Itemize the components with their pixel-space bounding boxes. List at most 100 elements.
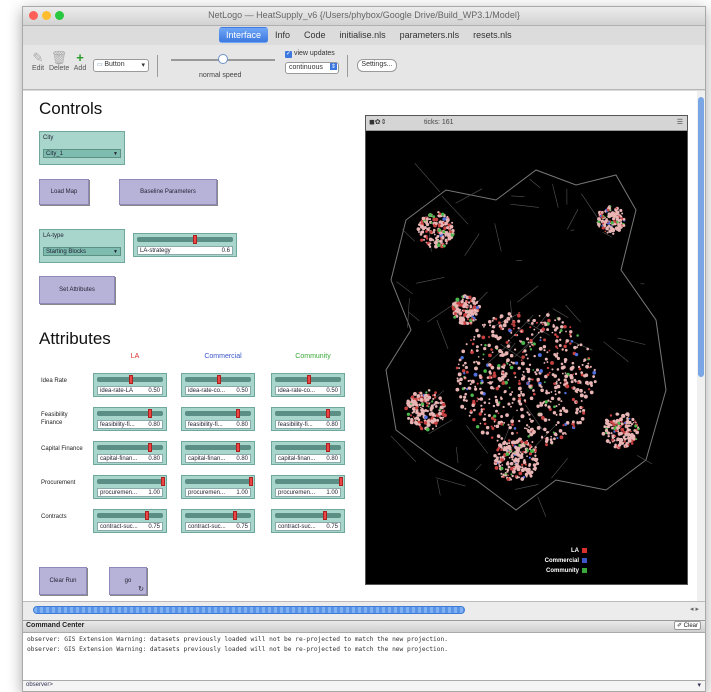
building-patch [525,473,528,476]
slider-knob[interactable] [326,443,330,452]
building-patch [619,425,621,427]
attribute-slider[interactable]: capital-finan...0.80 [271,441,345,465]
attribute-slider[interactable]: idea-rate-co...0.50 [181,373,255,397]
go-button[interactable]: go ↻ [109,567,147,595]
attribute-slider[interactable]: procuremen...1.00 [271,475,345,499]
world-view[interactable]: ◼✿⇕ ticks: 161 ☰ LA Commercial Community [365,115,688,585]
city-chooser[interactable]: City City_1 [39,131,125,165]
building-patch [498,321,501,324]
slider-knob[interactable] [217,375,221,384]
building-patch [521,341,525,345]
clear-run-button[interactable]: Clear Run [39,567,87,595]
command-input[interactable]: observer> ▾ [23,680,705,692]
horizontal-scrollbar[interactable]: ◂ ▸ [23,601,705,620]
building-patch [478,356,480,358]
attribute-slider[interactable]: capital-finan...0.80 [93,441,167,465]
slider-knob[interactable] [129,375,133,384]
tab-initialise[interactable]: initialise.nls [333,27,393,43]
add-button[interactable]: + Add [72,51,88,72]
attribute-slider[interactable]: capital-finan...0.80 [181,441,255,465]
building-patch [528,413,530,415]
view-controls-icon: ◼✿⇕ [369,118,387,126]
speed-slider[interactable] [171,53,275,67]
tab-code[interactable]: Code [297,27,333,43]
building-patch [553,437,556,440]
building-patch [439,240,442,243]
building-patch [480,397,484,401]
edit-button[interactable]: ✎ Edit [29,51,47,72]
building-patch [496,458,498,460]
delete-button[interactable]: 🗑 Delete [49,51,69,72]
attribute-slider[interactable]: feasibility-fi...0.80 [271,407,345,431]
load-map-button[interactable]: Load Map [39,179,89,205]
building-patch [521,466,523,468]
settings-button[interactable]: Settings... [357,59,397,72]
slider-knob[interactable] [161,477,165,486]
slider-knob[interactable] [249,477,253,486]
view-updates-checkbox[interactable]: ✓ view updates [285,50,335,58]
building-patch [507,379,509,381]
building-patch [467,310,471,314]
input-dropdown-icon[interactable]: ▾ [697,681,701,689]
attribute-slider[interactable]: idea-rate-co...0.50 [271,373,345,397]
attribute-slider[interactable]: procuremen...1.00 [93,475,167,499]
clear-output-button[interactable]: ✐ Clear [674,621,701,630]
map-road [466,425,488,453]
widget-type-select[interactable]: ▭ Button ▾ [93,59,149,72]
building-patch [474,373,478,377]
slider-knob[interactable] [233,511,237,520]
slider-knob[interactable] [193,235,197,244]
slider-readout: contract-suc...0.75 [97,522,163,531]
building-patch [538,413,541,416]
building-patch [532,320,534,322]
tab-interface[interactable]: Interface [219,27,268,43]
la-type-chooser[interactable]: LA-type Starting Blocks [39,229,125,263]
view-menu-icon[interactable]: ☰ [677,118,683,126]
la-strategy-slider[interactable]: LA-strategy 0.6 [133,233,237,257]
slider-knob[interactable] [307,375,311,384]
vertical-scrollbar[interactable] [697,91,705,601]
slider-knob[interactable] [236,443,240,452]
building-patch [426,237,428,239]
building-patch [550,401,552,403]
slider-knob[interactable] [326,409,330,418]
tab-info[interactable]: Info [268,27,297,43]
building-patch [437,211,439,213]
tab-parameters[interactable]: parameters.nls [393,27,467,43]
attribute-slider[interactable]: feasibility-fi...0.80 [181,407,255,431]
slider-knob[interactable] [323,511,327,520]
building-patch [532,430,536,434]
attribute-slider[interactable]: contract-suc...0.75 [271,509,345,533]
horizontal-scroll-thumb[interactable] [33,606,465,614]
update-mode-select[interactable]: continuous ⇕ [285,62,339,74]
slider-value: 0.75 [236,523,248,530]
set-attributes-button[interactable]: Set Attributes [39,276,115,304]
slider-knob[interactable] [145,511,149,520]
slider-value: 0.50 [326,387,338,394]
observer-prompt[interactable]: observer> [26,682,53,688]
building-patch [524,451,527,454]
building-patch [586,348,589,351]
scroll-arrows-icon[interactable]: ◂ ▸ [690,605,699,613]
attribute-slider[interactable]: feasibility-fi...0.80 [93,407,167,431]
building-patch [507,478,510,481]
baseline-parameters-button[interactable]: Baseline Parameters [119,179,217,205]
attribute-slider[interactable]: idea-rate-LA0.50 [93,373,167,397]
building-patch [476,400,478,402]
attribute-slider[interactable]: contract-suc...0.75 [93,509,167,533]
building-patch [469,415,471,417]
slider-knob[interactable] [339,477,343,486]
building-patch [483,347,486,350]
slider-knob[interactable] [236,409,240,418]
map-road [552,184,558,207]
building-patch [569,330,572,333]
attribute-slider[interactable]: contract-suc...0.75 [181,509,255,533]
attribute-slider[interactable]: procuremen...1.00 [181,475,255,499]
vertical-scroll-thumb[interactable] [698,97,704,377]
building-patch [486,426,489,429]
building-patch [420,233,423,236]
speed-knob[interactable] [218,54,228,64]
slider-knob[interactable] [148,409,152,418]
tab-resets[interactable]: resets.nls [466,27,519,43]
slider-knob[interactable] [148,443,152,452]
